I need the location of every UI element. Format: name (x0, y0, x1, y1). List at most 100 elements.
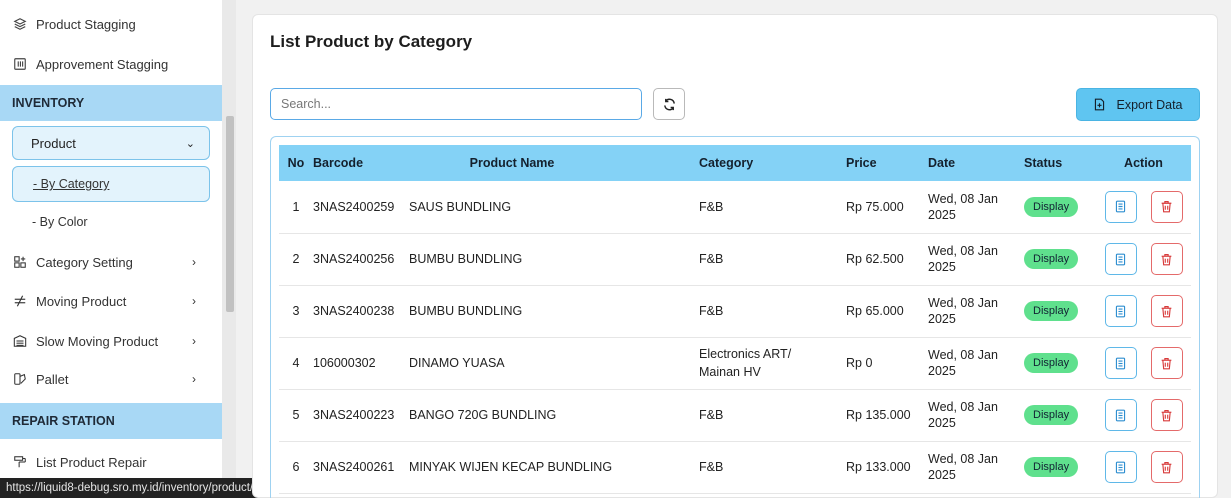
cell-no: 5 (292, 408, 300, 422)
columns-icon (12, 56, 28, 72)
cell-no: 2 (292, 252, 300, 266)
table-row: 1 3NAS2400259 SAUS BUNDLING F&B Rp 75.00… (279, 181, 1191, 233)
cell-barcode: 106000302 (313, 356, 376, 370)
refresh-icon (662, 97, 677, 112)
arrows-icon (12, 293, 28, 309)
status-badge: Display (1024, 405, 1079, 425)
sidebar-item-list-product-repair[interactable]: List Product Repair (12, 452, 210, 472)
cell-category: F&B (699, 304, 724, 318)
product-table: No Barcode Product Name Category Price D… (279, 145, 1191, 494)
export-data-button[interactable]: Export Data (1076, 88, 1200, 121)
cell-no: 4 (292, 356, 300, 370)
product-table-container: No Barcode Product Name Category Price D… (270, 136, 1200, 498)
sidebar-item-product[interactable]: Product ⌄ (12, 126, 210, 164)
cell-date: Wed, 08 Jan 2025 (928, 244, 998, 274)
sidebar-item-label: Pallet (36, 371, 69, 387)
refresh-button[interactable] (653, 88, 685, 120)
table-row: 3 3NAS2400238 BUMBU BUNDLING F&B Rp 65.0… (279, 285, 1191, 337)
cell-no: 3 (292, 304, 300, 318)
sidebar-item-label: List Product Repair (36, 454, 147, 470)
cell-barcode: 3NAS2400259 (313, 199, 395, 214)
cell-category: F&B (699, 408, 724, 422)
document-icon (1114, 200, 1127, 213)
table-row: 2 3NAS2400256 BUMBU BUNDLING F&B Rp 62.5… (279, 233, 1191, 285)
cell-category: F&B (699, 460, 724, 474)
delete-button[interactable] (1150, 399, 1183, 431)
cell-price: Rp 0 (846, 356, 873, 370)
document-icon (1114, 253, 1127, 266)
page-title: List Product by Category (270, 32, 473, 51)
cell-barcode: 3NAS2400261 (313, 460, 395, 474)
cell-product-name: BUMBU BUNDLING (409, 304, 523, 318)
cell-product-name: BANGO 720G BUNDLING (409, 408, 557, 422)
delete-button[interactable] (1150, 243, 1183, 275)
column-header-no: No (287, 156, 305, 170)
column-header-date: Date (928, 156, 956, 170)
sidebar-item-pallet[interactable]: Pallet › (12, 369, 210, 389)
column-header-barcode: Barcode (313, 156, 364, 170)
cell-barcode: 3NAS2400256 (313, 252, 395, 266)
view-detail-button[interactable] (1104, 451, 1137, 483)
chevron-down-icon: ⌄ (185, 137, 195, 150)
warehouse-icon (12, 333, 28, 349)
cell-price: Rp 65.000 (846, 304, 904, 318)
chevron-right-icon: › (192, 294, 196, 308)
cell-no: 1 (292, 199, 300, 214)
sidebar-subitem-by-category[interactable]: - By Category (12, 166, 210, 202)
view-detail-button[interactable] (1104, 399, 1137, 431)
cell-price: Rp 135.000 (846, 408, 911, 422)
sidebar-item-label: Product (31, 135, 76, 151)
delete-button[interactable] (1150, 451, 1183, 483)
cell-date: Wed, 08 Jan 2025 (928, 191, 998, 222)
cell-category: F&B (699, 199, 724, 214)
sidebar-item-slow-moving-product[interactable]: Slow Moving Product › (12, 331, 210, 351)
cell-product-name: SAUS BUNDLING (409, 199, 512, 214)
document-icon (1114, 357, 1127, 370)
sidebar-item-label: Approvement Stagging (36, 56, 169, 72)
cell-no: 6 (292, 460, 300, 474)
sidebar-scrollbar-thumb[interactable] (226, 116, 234, 312)
cell-date: Wed, 08 Jan 2025 (928, 452, 998, 482)
cell-date: Wed, 08 Jan 2025 (928, 296, 998, 326)
section-repair-station: REPAIR STATION (0, 403, 222, 439)
cell-category: F&B (699, 252, 724, 266)
repair-icon (12, 454, 28, 470)
status-badge: Display (1024, 301, 1079, 321)
delete-button[interactable] (1150, 347, 1183, 379)
cell-date: Wed, 08 Jan 2025 (928, 400, 998, 430)
view-detail-button[interactable] (1104, 190, 1137, 223)
trash-icon (1160, 461, 1173, 474)
file-export-icon (1093, 98, 1106, 111)
sidebar-item-approvement-stagging[interactable]: Approvement Stagging (12, 54, 210, 74)
sidebar-item-product-stagging[interactable]: Product Stagging (12, 14, 210, 34)
trash-icon (1160, 357, 1173, 370)
cell-date: Wed, 08 Jan 2025 (928, 348, 998, 378)
trash-icon (1160, 409, 1173, 422)
cell-category: Electronics ART/ Mainan HV (699, 347, 792, 379)
view-detail-button[interactable] (1104, 243, 1137, 275)
cell-price: Rp 133.000 (846, 460, 911, 474)
view-detail-button[interactable] (1104, 347, 1137, 379)
document-icon (1114, 305, 1127, 318)
sidebar-item-moving-product[interactable]: Moving Product › (12, 291, 210, 311)
table-row: 6 3NAS2400261 MINYAK WIJEN KECAP BUNDLIN… (279, 441, 1191, 493)
sidebar: Product Stagging Approvement Stagging IN… (0, 0, 222, 498)
section-inventory: INVENTORY (0, 85, 222, 121)
sidebar-item-category-setting[interactable]: Category Setting › (12, 252, 210, 272)
layers-icon (12, 16, 28, 32)
column-header-product-name: Product Name (469, 156, 555, 170)
view-detail-button[interactable] (1104, 295, 1137, 327)
column-header-category: Category (699, 156, 754, 170)
delete-button[interactable] (1150, 190, 1183, 223)
pallet-icon (12, 371, 28, 387)
sidebar-item-label: Slow Moving Product (36, 333, 159, 349)
sidebar-item-label: Product Stagging (36, 16, 136, 32)
status-badge: Display (1024, 196, 1079, 217)
search-input[interactable] (270, 88, 642, 120)
document-icon (1114, 461, 1127, 474)
delete-button[interactable] (1150, 295, 1183, 327)
cell-barcode: 3NAS2400223 (313, 408, 395, 422)
status-badge: Display (1024, 249, 1079, 269)
sidebar-subitem-by-color[interactable]: - By Color (12, 212, 210, 232)
chevron-right-icon: › (192, 334, 196, 348)
